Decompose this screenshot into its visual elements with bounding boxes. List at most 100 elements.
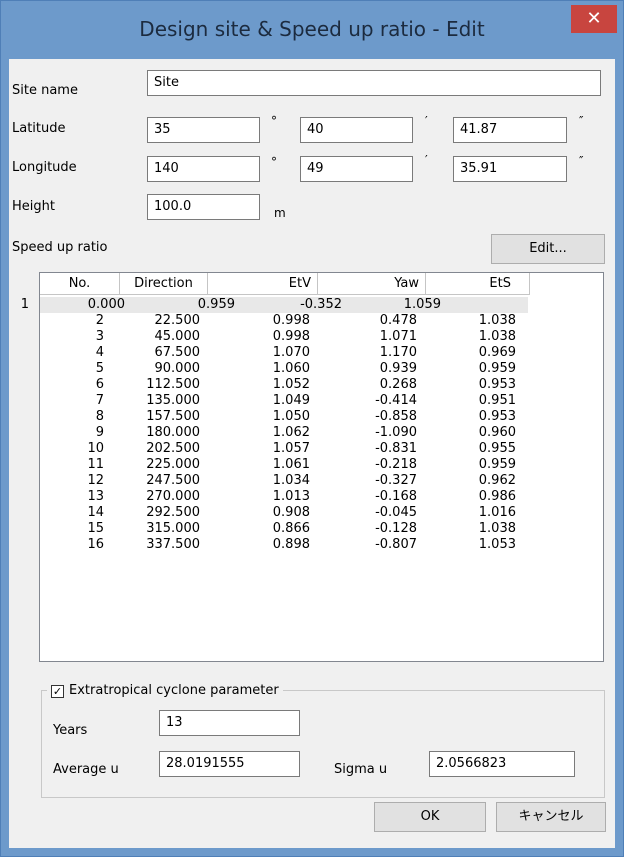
- cell-yaw: -0.807: [375, 537, 417, 552]
- column-header-yaw[interactable]: Yaw: [318, 273, 426, 295]
- latitude-label: Latitude: [12, 121, 66, 136]
- cell-yaw: -0.858: [375, 409, 417, 424]
- cell-etv: 1.034: [272, 473, 310, 488]
- ok-button[interactable]: OK: [374, 802, 486, 832]
- average-u-field[interactable]: 28.0191555: [159, 751, 300, 777]
- cell-yaw: 1.170: [379, 345, 417, 360]
- average-u-label: Average u: [53, 762, 119, 777]
- longitude-seconds-field[interactable]: 35.91: [453, 156, 567, 182]
- cell-yaw: -1.090: [375, 425, 417, 440]
- cell-direction: 90.000: [154, 361, 201, 376]
- cell-ets: 0.969: [478, 345, 516, 360]
- table-row[interactable]: 8 157.500 1.050 -0.858 0.953: [40, 409, 603, 425]
- cell-direction: 112.500: [146, 377, 200, 392]
- table-row[interactable]: 13 270.000 1.013 -0.168 0.986: [40, 489, 603, 505]
- speed-up-ratio-label: Speed up ratio: [12, 240, 108, 255]
- edit-button[interactable]: Edit...: [491, 234, 605, 264]
- cell-ets: 0.962: [478, 473, 516, 488]
- cell-direction: 157.500: [146, 409, 200, 424]
- table-header: No. Direction EtV Yaw EtS: [40, 273, 530, 295]
- cell-etv: 0.866: [272, 521, 310, 536]
- cell-yaw: -0.352: [300, 297, 342, 312]
- dialog-body: Site name Site Latitude 35 ° 40 ′ 41.87 …: [9, 59, 615, 848]
- table-row[interactable]: 14 292.500 0.908 -0.045 1.016: [40, 505, 603, 521]
- table-row[interactable]: 15 315.000 0.866 -0.128 1.038: [40, 521, 603, 537]
- cell-ets: 0.951: [478, 393, 516, 408]
- latitude-minutes-field[interactable]: 40: [300, 117, 413, 143]
- table-row[interactable]: 9 180.000 1.062 -1.090 0.960: [40, 425, 603, 441]
- cancel-button[interactable]: キャンセル: [496, 802, 606, 832]
- table-row[interactable]: 5 90.000 1.060 0.939 0.959: [40, 361, 603, 377]
- latitude-seconds-field[interactable]: 41.87: [453, 117, 567, 143]
- cell-yaw: -0.414: [375, 393, 417, 408]
- close-icon: ✕: [586, 8, 602, 29]
- cell-direction: 0.000: [87, 297, 125, 312]
- checkbox-checked-icon[interactable]: ✓: [51, 685, 64, 698]
- cell-direction: 180.000: [146, 425, 200, 440]
- cell-ets: 1.059: [403, 297, 441, 312]
- cell-etv: 0.898: [272, 537, 310, 552]
- years-label: Years: [53, 723, 88, 738]
- cell-yaw: -0.218: [375, 457, 417, 472]
- longitude-minutes-field[interactable]: 49: [300, 156, 413, 182]
- cell-ets: 0.953: [478, 409, 516, 424]
- cell-no: 15: [87, 521, 104, 536]
- cyclone-checkbox-label: Extratropical cyclone parameter: [69, 683, 279, 698]
- table-row[interactable]: 16 337.500 0.898 -0.807 1.053: [40, 537, 603, 553]
- cell-no: 12: [87, 473, 104, 488]
- table-row[interactable]: 12 247.500 1.034 -0.327 0.962: [40, 473, 603, 489]
- cell-yaw: 0.478: [379, 313, 417, 328]
- cell-etv: 1.057: [272, 441, 310, 456]
- column-header-ets[interactable]: EtS: [426, 273, 530, 295]
- cell-yaw: 1.071: [379, 329, 417, 344]
- longitude-degrees-field[interactable]: 140: [147, 156, 260, 182]
- cell-no: 14: [87, 505, 104, 520]
- cell-etv: 0.998: [272, 313, 310, 328]
- cell-etv: 0.998: [272, 329, 310, 344]
- ok-button-label: OK: [420, 809, 440, 824]
- column-header-direction[interactable]: Direction: [120, 273, 208, 295]
- table-row[interactable]: 7 135.000 1.049 -0.414 0.951: [40, 393, 603, 409]
- height-field[interactable]: 100.0: [147, 194, 260, 220]
- cell-direction: 270.000: [146, 489, 200, 504]
- sigma-u-field[interactable]: 2.0566823: [429, 751, 575, 777]
- table-row[interactable]: 2 22.500 0.998 0.478 1.038: [40, 313, 603, 329]
- table-row[interactable]: 10 202.500 1.057 -0.831 0.955: [40, 441, 603, 457]
- second-symbol: ″: [579, 154, 584, 168]
- cyclone-checkbox[interactable]: ✓ Extratropical cyclone parameter: [47, 682, 283, 700]
- title-bar[interactable]: Design site & Speed up ratio - Edit ✕: [1, 1, 623, 59]
- cell-ets: 1.053: [478, 537, 516, 552]
- cell-direction: 315.000: [146, 521, 200, 536]
- minute-symbol: ′: [425, 153, 428, 167]
- degree-symbol: °: [271, 155, 277, 169]
- cell-etv: 1.050: [272, 409, 310, 424]
- site-name-field[interactable]: Site: [147, 70, 601, 96]
- cell-ets: 0.986: [478, 489, 516, 504]
- column-header-no[interactable]: No.: [40, 273, 120, 295]
- table-row[interactable]: 11 225.000 1.061 -0.218 0.959: [40, 457, 603, 473]
- table-body: 1 0.000 0.959 -0.352 1.059 2 22.500 0.998 0.478 1…: [21, 297, 603, 553]
- cell-ets: 0.959: [478, 361, 516, 376]
- cell-etv: 1.060: [272, 361, 310, 376]
- sigma-u-label: Sigma u: [334, 762, 388, 777]
- column-header-etv[interactable]: EtV: [208, 273, 318, 295]
- cell-direction: 202.500: [146, 441, 200, 456]
- speed-up-ratio-table[interactable]: No. Direction EtV Yaw EtS 1 0.000 0.959 -0.…: [21, 272, 604, 662]
- cell-direction: 67.500: [154, 345, 201, 360]
- cyclone-parameter-group: [41, 690, 605, 798]
- second-symbol: ″: [579, 114, 584, 128]
- table-row[interactable]: 1 0.000 0.959 -0.352 1.059: [21, 297, 528, 313]
- latitude-degrees-field[interactable]: 35: [147, 117, 260, 143]
- cancel-button-label: キャンセル: [518, 809, 584, 824]
- cell-no: 9: [95, 425, 104, 440]
- table-row[interactable]: 4 67.500 1.070 1.170 0.969: [40, 345, 603, 361]
- degree-symbol: °: [271, 114, 277, 128]
- cell-yaw: 0.268: [379, 377, 417, 392]
- close-button[interactable]: ✕: [571, 5, 617, 33]
- years-field[interactable]: 13: [159, 710, 300, 736]
- table-row[interactable]: 3 45.000 0.998 1.071 1.038: [40, 329, 603, 345]
- table-row[interactable]: 6 112.500 1.052 0.268 0.953: [40, 377, 603, 393]
- cell-no: 13: [87, 489, 104, 504]
- edit-button-label: Edit...: [529, 241, 567, 256]
- cell-etv: 1.052: [272, 377, 310, 392]
